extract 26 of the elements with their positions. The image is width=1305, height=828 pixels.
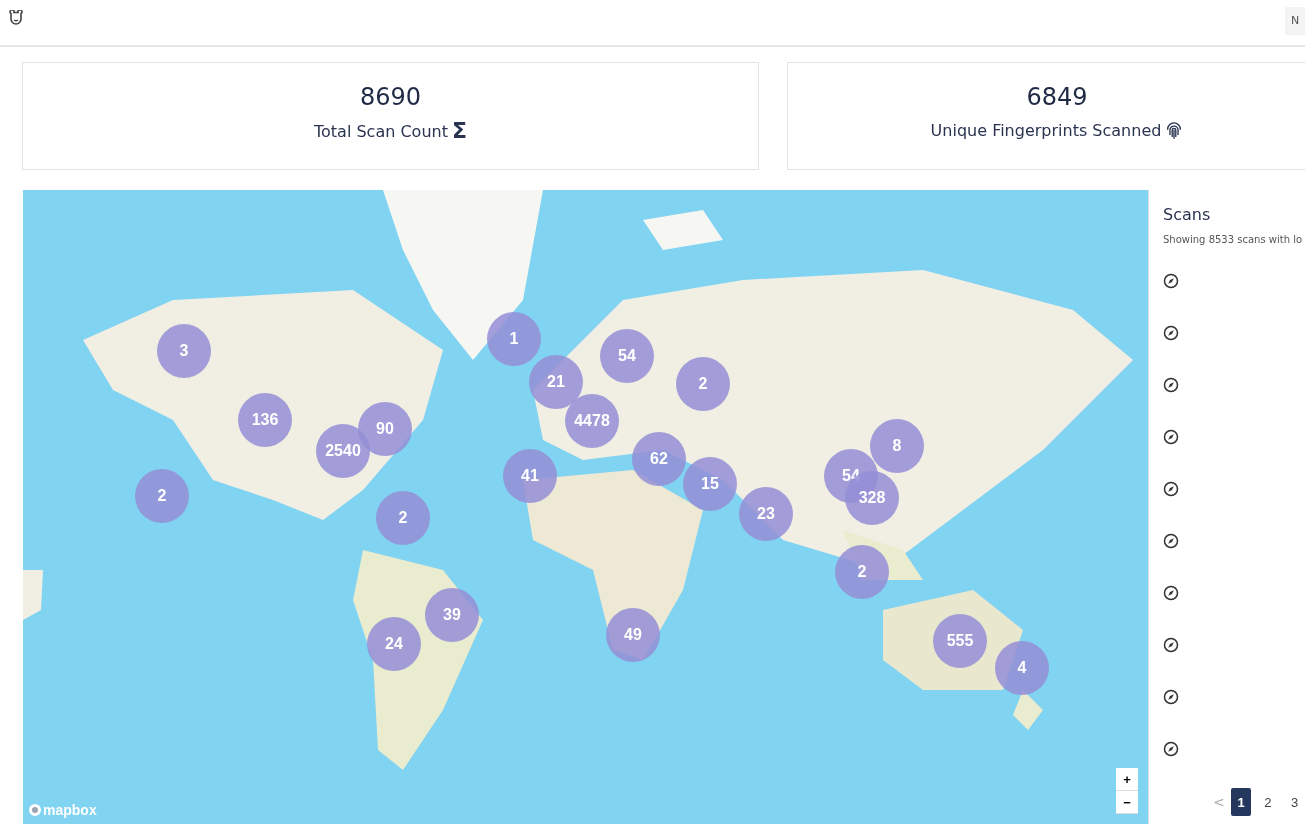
stat-label: Total Scan Count (314, 121, 448, 141)
stat-value: 6849 (1026, 83, 1088, 111)
compass-icon[interactable] (1163, 585, 1179, 601)
panel-title: Scans (1163, 205, 1212, 224)
compass-icon[interactable] (1163, 481, 1179, 497)
previous-page-button[interactable]: < (1213, 794, 1225, 810)
mapbox-logo[interactable]: mapbox (29, 802, 97, 818)
scans-summary: Showing 8533 scans with lo (1163, 234, 1304, 245)
stat-value: 8690 (359, 83, 422, 111)
zoom-in-button[interactable]: + (1116, 768, 1138, 791)
page-button[interactable]: 2 (1257, 788, 1279, 816)
header-button[interactable]: N (1285, 6, 1305, 35)
compass-icon[interactable] (1163, 637, 1179, 653)
compass-icon[interactable] (1163, 429, 1179, 445)
compass-icon[interactable] (1163, 377, 1179, 393)
compass-icon[interactable] (1163, 741, 1179, 757)
page-button[interactable]: 1 (1230, 788, 1252, 816)
stat-label: Unique Fingerprints Scanned (930, 121, 1162, 140)
compass-icon[interactable] (1163, 273, 1179, 289)
compass-icon[interactable] (1163, 325, 1179, 341)
sigma-icon: Σ (451, 121, 467, 141)
page-button[interactable]: 3 (1284, 788, 1305, 816)
compass-icon[interactable] (1163, 689, 1179, 705)
bear-logo-icon[interactable] (8, 9, 24, 26)
fingerprint-icon (1165, 121, 1184, 140)
compass-icon[interactable] (1163, 533, 1179, 549)
